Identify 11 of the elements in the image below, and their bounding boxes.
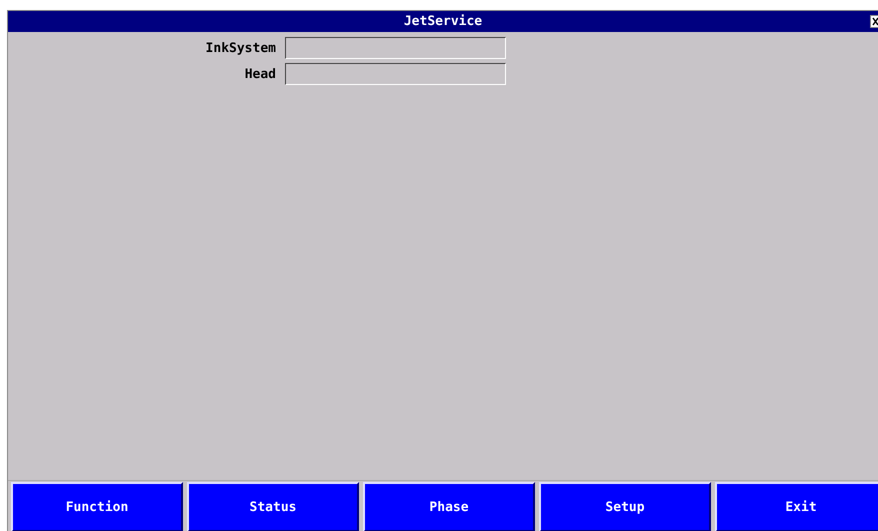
window-title: JetService — [404, 14, 482, 29]
menu-button[interactable]: Status — [187, 482, 359, 531]
close-icon[interactable] — [870, 15, 878, 28]
field-label: Head — [244, 66, 276, 82]
menu-button[interactable]: Phase — [363, 482, 535, 531]
menu-button[interactable]: Setup — [539, 482, 711, 531]
menu-button[interactable]: Function — [11, 482, 183, 531]
field-label: InkSystem — [206, 40, 276, 56]
input-field[interactable] — [285, 37, 506, 59]
menu-button[interactable]: Exit — [715, 482, 878, 531]
input-field[interactable] — [285, 63, 506, 85]
